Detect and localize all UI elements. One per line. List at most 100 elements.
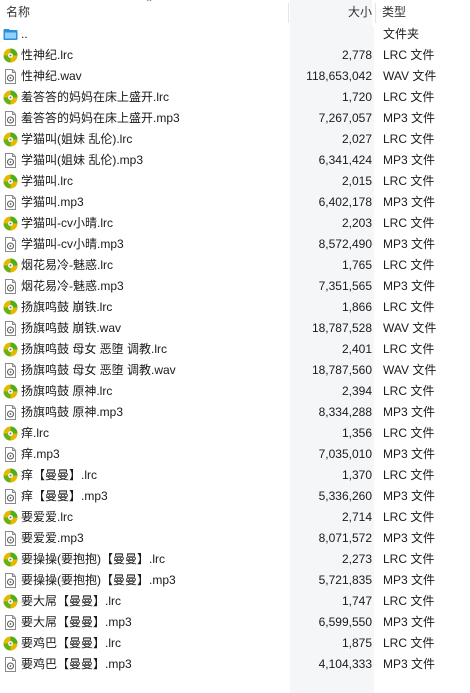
lrc-icon bbox=[3, 594, 18, 609]
file-row[interactable]: 要大屌【曼曼】.lrc 1,747 LRC 文件 bbox=[0, 591, 470, 612]
parent-folder-icon bbox=[3, 27, 18, 42]
column-header-size[interactable]: 大小 bbox=[290, 0, 372, 26]
column-header-name[interactable]: 名称 ⌃ bbox=[6, 0, 286, 26]
audio-file-icon bbox=[3, 489, 18, 504]
audio-file-icon bbox=[3, 615, 18, 630]
file-name: 要鸡巴【曼曼】.mp3 bbox=[21, 657, 132, 671]
file-type: WAV 文件 bbox=[383, 363, 437, 377]
file-size: 18,787,560 bbox=[311, 363, 372, 377]
file-row[interactable]: 学猫叫(姐妹 乱伦).lrc 2,027 LRC 文件 bbox=[0, 129, 470, 150]
lrc-icon bbox=[3, 552, 18, 567]
file-row[interactable]: 学猫叫.mp3 6,402,178 MP3 文件 bbox=[0, 192, 470, 213]
file-type: 文件夹 bbox=[383, 27, 420, 41]
file-name: 扬旗鸣鼓 母女 恶堕 调教.wav bbox=[21, 363, 176, 377]
file-row[interactable]: 扬旗鸣鼓 母女 恶堕 调教.wav 18,787,560 WAV 文件 bbox=[0, 360, 470, 381]
column-header-bar: 名称 ⌃ 大小 类型 bbox=[0, 0, 470, 26]
file-type: MP3 文件 bbox=[383, 531, 436, 545]
file-row[interactable]: 要鸡巴【曼曼】.mp3 4,104,333 MP3 文件 bbox=[0, 654, 470, 675]
lrc-icon bbox=[3, 174, 18, 189]
file-type: WAV 文件 bbox=[383, 321, 437, 335]
lrc-icon bbox=[3, 132, 18, 147]
file-name: 扬旗鸣鼓 原神.lrc bbox=[21, 384, 113, 398]
file-row[interactable]: 扬旗鸣鼓 母女 恶堕 调教.lrc 2,401 LRC 文件 bbox=[0, 339, 470, 360]
lrc-icon bbox=[3, 300, 18, 315]
file-row[interactable]: 学猫叫-cv小晴.mp3 8,572,490 MP3 文件 bbox=[0, 234, 470, 255]
file-row[interactable]: 烟花易冷-魅惑.mp3 7,351,565 MP3 文件 bbox=[0, 276, 470, 297]
file-size: 8,334,288 bbox=[318, 405, 372, 419]
file-size: 1,866 bbox=[341, 300, 372, 314]
file-row[interactable]: 性神纪.wav 118,653,042 WAV 文件 bbox=[0, 66, 470, 87]
column-header-type[interactable]: 类型 bbox=[382, 0, 462, 26]
file-type: MP3 文件 bbox=[383, 447, 436, 461]
file-size: 118,653,042 bbox=[306, 69, 372, 83]
file-size: 2,394 bbox=[341, 384, 372, 398]
file-row[interactable]: 扬旗鸣鼓 崩铁.lrc 1,866 LRC 文件 bbox=[0, 297, 470, 318]
file-type: LRC 文件 bbox=[383, 636, 435, 650]
audio-file-icon bbox=[3, 657, 18, 672]
file-name: 学猫叫-cv小晴.mp3 bbox=[21, 237, 124, 251]
file-type: MP3 文件 bbox=[383, 405, 436, 419]
file-name: 扬旗鸣鼓 崩铁.wav bbox=[21, 321, 122, 335]
audio-file-icon bbox=[3, 111, 18, 126]
file-type: MP3 文件 bbox=[383, 195, 436, 209]
file-name: 要鸡巴【曼曼】.lrc bbox=[21, 636, 121, 650]
file-type: LRC 文件 bbox=[383, 216, 435, 230]
file-size: 1,370 bbox=[341, 468, 372, 482]
file-row[interactable]: 痒.mp3 7,035,010 MP3 文件 bbox=[0, 444, 470, 465]
file-size: 7,267,057 bbox=[318, 111, 372, 125]
file-size: 2,778 bbox=[341, 48, 372, 62]
file-type: LRC 文件 bbox=[383, 594, 435, 608]
file-row[interactable]: 羞答答的妈妈在床上盛开.mp3 7,267,057 MP3 文件 bbox=[0, 108, 470, 129]
file-row[interactable]: 要爱爱.mp3 8,071,572 MP3 文件 bbox=[0, 528, 470, 549]
file-name: 学猫叫(姐妹 乱伦).lrc bbox=[21, 132, 133, 146]
file-name: 性神纪.wav bbox=[21, 69, 82, 83]
file-type: LRC 文件 bbox=[383, 468, 435, 482]
audio-file-icon bbox=[3, 153, 18, 168]
file-type: LRC 文件 bbox=[383, 258, 435, 272]
lrc-icon bbox=[3, 216, 18, 231]
file-type: MP3 文件 bbox=[383, 237, 436, 251]
file-row[interactable]: 学猫叫.lrc 2,015 LRC 文件 bbox=[0, 171, 470, 192]
file-row[interactable]: 痒【曼曼】.mp3 5,336,260 MP3 文件 bbox=[0, 486, 470, 507]
file-row[interactable]: 要操操(要抱抱)【曼曼】.mp3 5,721,835 MP3 文件 bbox=[0, 570, 470, 591]
file-row[interactable]: 要鸡巴【曼曼】.lrc 1,875 LRC 文件 bbox=[0, 633, 470, 654]
file-row[interactable]: 学猫叫-cv小晴.lrc 2,203 LRC 文件 bbox=[0, 213, 470, 234]
file-row[interactable]: 扬旗鸣鼓 原神.mp3 8,334,288 MP3 文件 bbox=[0, 402, 470, 423]
audio-file-icon bbox=[3, 405, 18, 420]
column-divider[interactable] bbox=[375, 3, 376, 23]
file-type: LRC 文件 bbox=[383, 174, 435, 188]
file-size: 7,351,565 bbox=[318, 279, 372, 293]
file-row[interactable]: 要大屌【曼曼】.mp3 6,599,550 MP3 文件 bbox=[0, 612, 470, 633]
file-size: 8,572,490 bbox=[318, 237, 372, 251]
file-row[interactable]: 羞答答的妈妈在床上盛开.lrc 1,720 LRC 文件 bbox=[0, 87, 470, 108]
file-row[interactable]: 痒【曼曼】.lrc 1,370 LRC 文件 bbox=[0, 465, 470, 486]
file-name: 要爱爱.mp3 bbox=[21, 531, 84, 545]
file-type: LRC 文件 bbox=[383, 552, 435, 566]
file-row[interactable]: 烟花易冷-魅惑.lrc 1,765 LRC 文件 bbox=[0, 255, 470, 276]
file-type: LRC 文件 bbox=[383, 384, 435, 398]
file-type: MP3 文件 bbox=[383, 153, 436, 167]
file-row[interactable]: 性神纪.lrc 2,778 LRC 文件 bbox=[0, 45, 470, 66]
file-type: LRC 文件 bbox=[383, 342, 435, 356]
file-row[interactable]: 扬旗鸣鼓 原神.lrc 2,394 LRC 文件 bbox=[0, 381, 470, 402]
file-size: 1,720 bbox=[341, 90, 372, 104]
file-name: 羞答答的妈妈在床上盛开.mp3 bbox=[21, 111, 180, 125]
file-row[interactable]: 学猫叫(姐妹 乱伦).mp3 6,341,424 MP3 文件 bbox=[0, 150, 470, 171]
column-divider[interactable] bbox=[288, 3, 289, 23]
file-name: 痒【曼曼】.lrc bbox=[21, 468, 97, 482]
audio-file-icon bbox=[3, 237, 18, 252]
file-type: MP3 文件 bbox=[383, 657, 436, 671]
file-name: 性神纪.lrc bbox=[21, 48, 73, 62]
file-row[interactable]: 要爱爱.lrc 2,714 LRC 文件 bbox=[0, 507, 470, 528]
file-name: .. bbox=[21, 27, 28, 41]
file-size: 2,714 bbox=[341, 510, 372, 524]
lrc-icon bbox=[3, 384, 18, 399]
audio-file-icon bbox=[3, 279, 18, 294]
file-row[interactable]: 扬旗鸣鼓 崩铁.wav 18,787,528 WAV 文件 bbox=[0, 318, 470, 339]
file-size: 2,203 bbox=[341, 216, 372, 230]
audio-file-icon bbox=[3, 447, 18, 462]
file-size: 2,273 bbox=[341, 552, 372, 566]
file-row[interactable]: 要操操(要抱抱)【曼曼】.lrc 2,273 LRC 文件 bbox=[0, 549, 470, 570]
file-row[interactable]: 痒.lrc 1,356 LRC 文件 bbox=[0, 423, 470, 444]
file-row[interactable]: .. 文件夹 bbox=[0, 24, 470, 45]
